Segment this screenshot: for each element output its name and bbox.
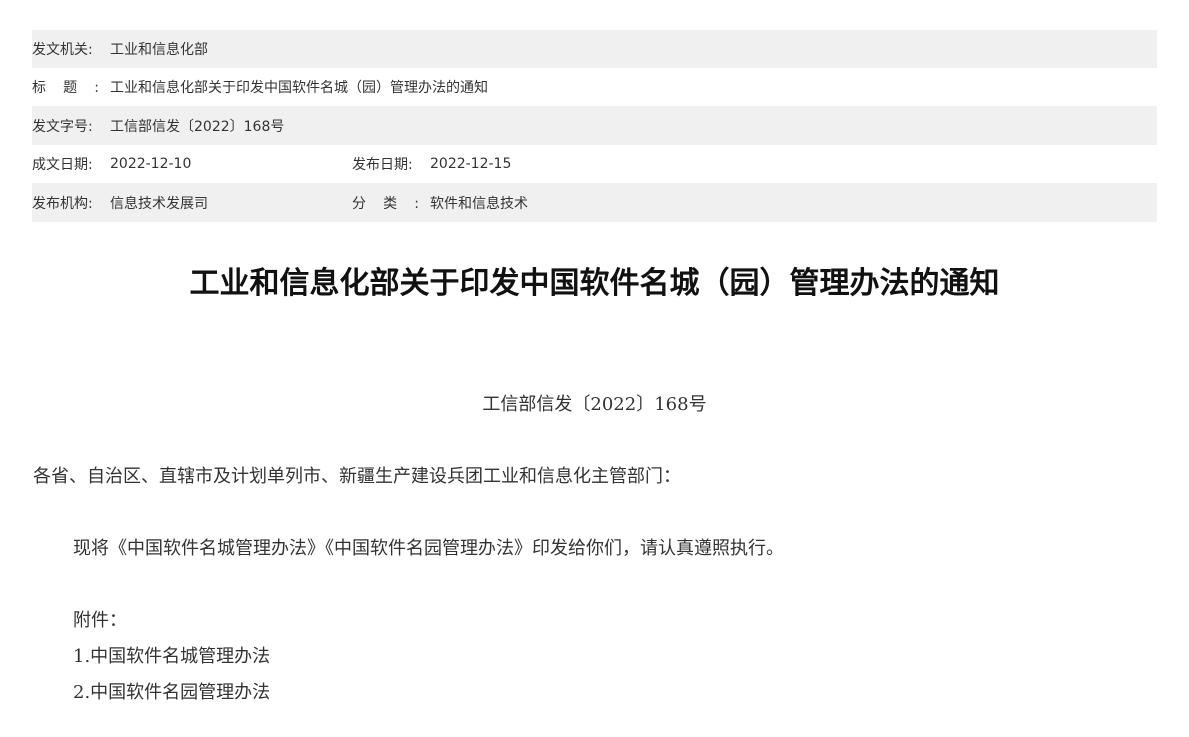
docno-cell: 发文字号: 工信部信发〔2022〕168号	[32, 116, 284, 136]
attachment-item-2[interactable]: 2.中国软件名园管理办法	[73, 678, 270, 704]
written-date-value: 2022-12-10	[110, 156, 192, 172]
document-metadata-table: 发文机关: 工业和信息化部 标题: 工业和信息化部关于印发中国软件名城（园）管理…	[32, 30, 1157, 222]
document-number: 工信部信发〔2022〕168号	[482, 394, 707, 415]
title-value: 工业和信息化部关于印发中国软件名城（园）管理办法的通知	[110, 80, 488, 96]
issuer-label: 发文机关:	[32, 42, 93, 58]
body-paragraph: 现将《中国软件名城管理办法》《中国软件名园管理办法》印发给你们，请认真遵照执行。	[73, 538, 784, 559]
meta-row-dates: 成文日期: 2022-12-10 发布日期: 2022-12-15	[32, 145, 1157, 183]
category-cell: 分类: 软件和信息技术	[352, 193, 528, 213]
category-value: 软件和信息技术	[430, 195, 528, 212]
written-date-cell: 成文日期: 2022-12-10	[32, 154, 352, 174]
org-cell: 发布机构: 信息技术发展司	[32, 193, 352, 213]
attachments-label: 附件：	[73, 610, 127, 631]
addressee-line: 各省、自治区、直辖市及计划单列市、新疆生产建设兵团工业和信息化主管部门：	[33, 466, 681, 487]
org-value: 信息技术发展司	[110, 195, 208, 212]
docno-label: 发文字号:	[32, 118, 93, 135]
written-date-label: 成文日期:	[32, 157, 93, 173]
meta-row-issuer: 发文机关: 工业和信息化部	[32, 30, 1157, 68]
title-cell: 标题: 工业和信息化部关于印发中国软件名城（园）管理办法的通知	[32, 77, 488, 97]
published-date-label: 发布日期:	[352, 157, 413, 173]
issuer-cell: 发文机关: 工业和信息化部	[32, 39, 208, 59]
document-title: 工业和信息化部关于印发中国软件名城（园）管理办法的通知	[189, 266, 1000, 301]
attachment-item-1[interactable]: 1.中国软件名城管理办法	[73, 642, 270, 668]
issuer-value: 工业和信息化部	[110, 42, 208, 58]
org-label: 发布机构:	[32, 195, 93, 212]
title-label: 标题:	[32, 80, 99, 96]
published-date-cell: 发布日期: 2022-12-15	[352, 154, 511, 174]
meta-row-docno: 发文字号: 工信部信发〔2022〕168号	[32, 106, 1157, 145]
docno-value: 工信部信发〔2022〕168号	[110, 118, 285, 135]
meta-row-title: 标题: 工业和信息化部关于印发中国软件名城（园）管理办法的通知	[32, 68, 1157, 106]
meta-row-org-category: 发布机构: 信息技术发展司 分类: 软件和信息技术	[32, 183, 1157, 222]
category-label: 分类:	[352, 195, 419, 212]
published-date-value: 2022-12-15	[430, 156, 512, 172]
